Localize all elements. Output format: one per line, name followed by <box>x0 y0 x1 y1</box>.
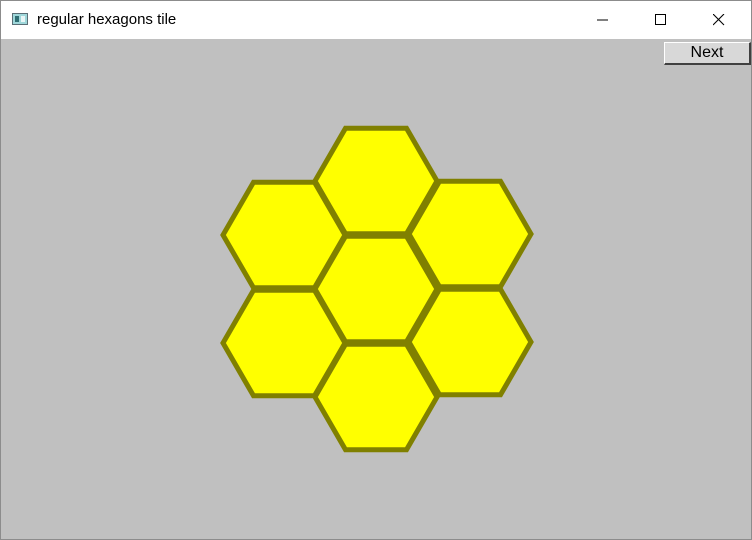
window-title: regular hexagons tile <box>37 11 177 28</box>
app-icon <box>12 13 28 25</box>
maximize-icon <box>655 14 666 25</box>
drawing-area: Next <box>1 39 751 539</box>
minimize-icon <box>597 19 608 21</box>
next-button[interactable]: Next <box>664 42 751 65</box>
close-icon <box>713 14 725 26</box>
hexagon-tiling <box>220 125 534 453</box>
title-bar[interactable]: regular hexagons tile <box>1 1 751 39</box>
close-button[interactable] <box>691 1 749 39</box>
minimize-button[interactable] <box>575 1 633 39</box>
app-window: regular hexagons tile Next <box>0 0 752 540</box>
maximize-button[interactable] <box>633 1 691 39</box>
